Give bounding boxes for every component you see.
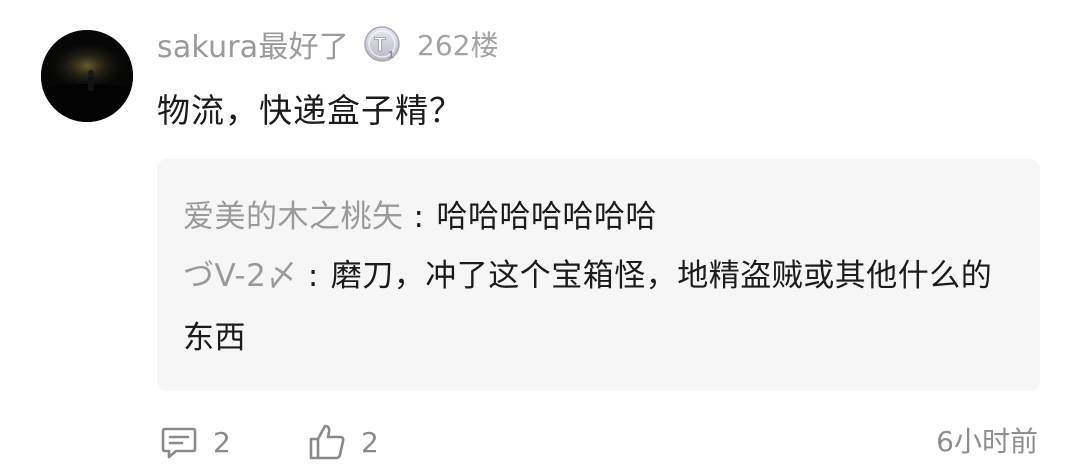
avatar[interactable] bbox=[41, 30, 133, 122]
avatar-image bbox=[41, 30, 133, 122]
reply-text: 磨刀，冲了这个宝箱怪，地精盗贼或其他什么的东西 bbox=[183, 258, 993, 356]
level-badge-icon: T 1 bbox=[363, 25, 401, 63]
comment-text: 物流，快递盒子精？ bbox=[157, 91, 463, 130]
reply-item[interactable]: づV-2〆: 磨刀，冲了这个宝箱怪，地精盗贼或其他什么的东西 bbox=[183, 245, 1023, 369]
comment-item: sakura最好了 T 1 262楼 物流，快递盒子精？ 爱美的木之桃矢: 哈哈哈… bbox=[0, 0, 1080, 470]
like-button[interactable]: 2 bbox=[307, 422, 379, 462]
badge-sub: 1 bbox=[388, 50, 394, 61]
reply-separator: : bbox=[307, 258, 319, 294]
comment-header: sakura最好了 T 1 262楼 bbox=[157, 22, 498, 66]
reply-text: 哈哈哈哈哈哈哈 bbox=[436, 199, 657, 235]
comment-actions: 2 2 6小时前 bbox=[157, 414, 1040, 470]
username[interactable]: sakura最好了 bbox=[157, 22, 349, 66]
reply-count: 2 bbox=[213, 425, 231, 459]
reply-separator: : bbox=[413, 199, 425, 235]
floor-number: 262楼 bbox=[417, 29, 499, 62]
reply-list[interactable]: 爱美的木之桃矢: 哈哈哈哈哈哈哈 づV-2〆: 磨刀，冲了这个宝箱怪，地精盗贼或其他… bbox=[157, 159, 1040, 391]
reply-item[interactable]: 爱美的木之桃矢: 哈哈哈哈哈哈哈 bbox=[183, 186, 1023, 248]
badge-letter: T bbox=[374, 35, 386, 56]
comment-icon bbox=[161, 427, 197, 459]
like-count: 2 bbox=[361, 425, 379, 459]
reply-author[interactable]: 爱美的木之桃矢 bbox=[183, 199, 404, 235]
reply-button[interactable]: 2 bbox=[159, 422, 231, 462]
thumbs-up-icon bbox=[309, 424, 345, 460]
reply-author[interactable]: づV-2〆 bbox=[183, 258, 298, 294]
timestamp: 6小时前 bbox=[936, 425, 1038, 458]
